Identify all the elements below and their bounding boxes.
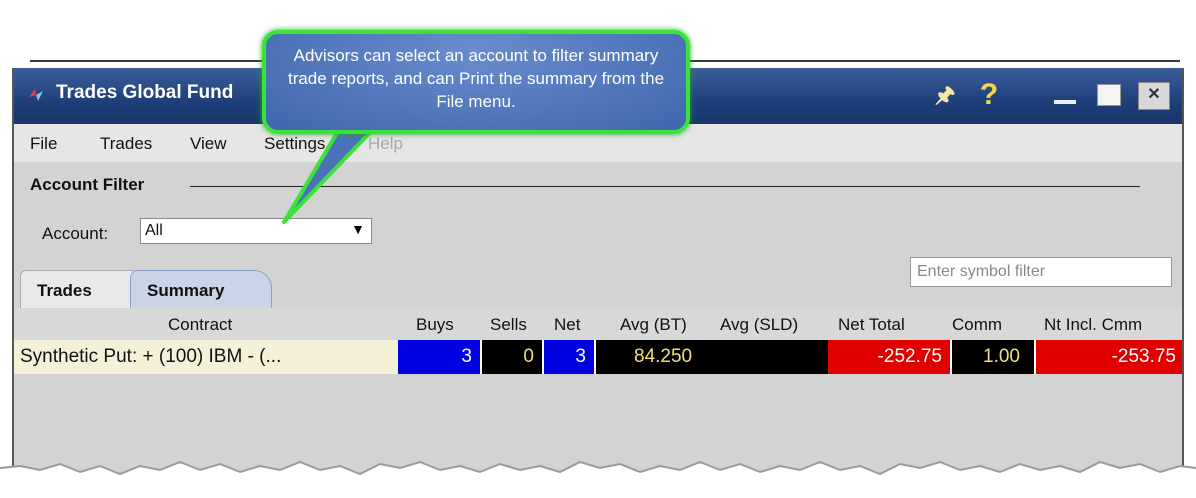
- cell-avg-sld[interactable]: [704, 340, 828, 374]
- cell-buys[interactable]: 3: [398, 340, 480, 374]
- column-header-avg-sld[interactable]: Avg (SLD): [720, 315, 798, 335]
- column-header-nt-incl-cmm[interactable]: Nt Incl. Cmm: [1044, 315, 1142, 335]
- menu-view[interactable]: View: [190, 134, 227, 154]
- torn-edge: [0, 460, 1196, 498]
- cell-nt-incl-cmm[interactable]: -253.75: [1036, 340, 1182, 374]
- column-header-contract[interactable]: Contract: [168, 315, 232, 335]
- maximize-icon[interactable]: [1092, 78, 1126, 112]
- menu-file[interactable]: File: [30, 134, 57, 154]
- menu-trades[interactable]: Trades: [100, 134, 152, 154]
- cell-sells[interactable]: 0: [482, 340, 542, 374]
- cell-net[interactable]: 3: [544, 340, 594, 374]
- account-filter-section: Account Filter Account: All ▼: [14, 162, 1182, 260]
- column-header-net-total[interactable]: Net Total: [838, 315, 905, 335]
- tab-summary[interactable]: Summary: [130, 270, 272, 309]
- cell-comm[interactable]: 1.00: [952, 340, 1034, 374]
- column-header-avg-bt[interactable]: Avg (BT): [620, 315, 687, 335]
- table-header: Contract Buys Sells Net Avg (BT) Avg (SL…: [14, 308, 1182, 340]
- cell-net-total[interactable]: -252.75: [828, 340, 950, 374]
- column-header-comm[interactable]: Comm: [952, 315, 1002, 335]
- column-header-net[interactable]: Net: [554, 315, 580, 335]
- callout-tail: [282, 118, 386, 224]
- tab-summary-label: Summary: [147, 281, 225, 300]
- callout-text: Advisors can select an account to filter…: [287, 46, 665, 111]
- minimize-icon[interactable]: [1048, 78, 1082, 112]
- account-filter-title: Account Filter: [30, 175, 145, 194]
- symbol-filter-input[interactable]: [910, 257, 1172, 287]
- account-selected-value: All: [145, 222, 163, 239]
- tab-trades[interactable]: Trades: [20, 270, 138, 309]
- app-icon: [29, 89, 43, 101]
- tab-trades-label: Trades: [37, 281, 92, 300]
- account-label: Account:: [42, 224, 109, 243]
- column-header-sells[interactable]: Sells: [490, 315, 527, 335]
- table-row[interactable]: Synthetic Put: + (100) IBM - (... 3 0 3 …: [14, 340, 1182, 374]
- column-header-buys[interactable]: Buys: [416, 315, 454, 335]
- window-title: Trades Global Fund: [56, 82, 234, 103]
- help-icon[interactable]: ?: [972, 78, 1006, 112]
- tooltip-callout: Advisors can select an account to filter…: [262, 30, 690, 134]
- cell-contract[interactable]: Synthetic Put: + (100) IBM - (...: [14, 340, 398, 374]
- cell-avg-bt[interactable]: 84.250: [596, 340, 704, 374]
- pin-icon[interactable]: 🖈: [928, 78, 962, 112]
- close-icon[interactable]: ✕: [1138, 82, 1170, 110]
